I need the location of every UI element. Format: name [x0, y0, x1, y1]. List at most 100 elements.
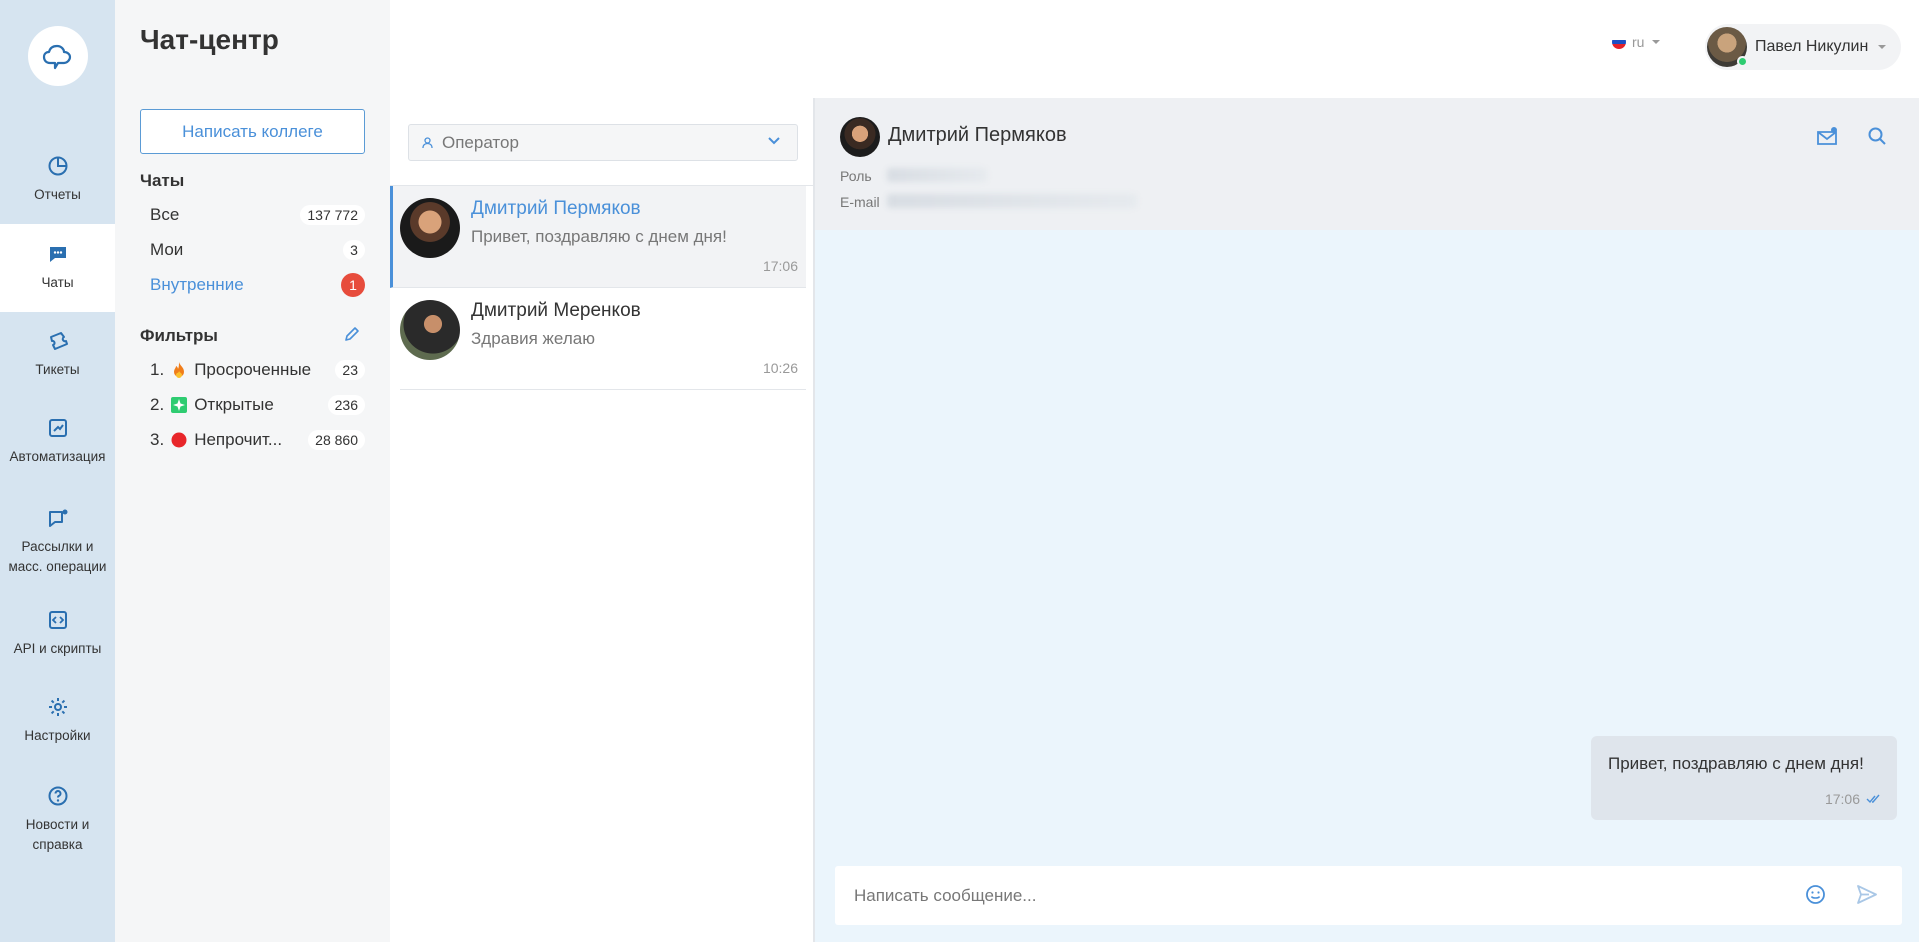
chat-preview: Привет, поздравляю с днем дня!	[471, 227, 727, 246]
chat-list-item[interactable]: Дмитрий Пермяков Привет, поздравляю с дн…	[390, 186, 806, 288]
filter-unread-label-group: 3. Непрочит...	[150, 430, 282, 450]
top-header	[390, 0, 1919, 98]
trend-chart-icon	[48, 419, 67, 437]
search-icon[interactable]	[1867, 126, 1887, 146]
chat-filter-mine-count: 3	[343, 240, 365, 260]
language-selector[interactable]: ru	[1612, 34, 1662, 50]
filter-open[interactable]: 2. Открытые 236	[150, 391, 365, 419]
operator-select-placeholder: Оператор	[442, 132, 519, 152]
nav-reports[interactable]: Отчеты	[0, 136, 115, 224]
chat-filter-all-count: 137 772	[300, 205, 365, 225]
nav-automation-label: Автоматизация	[9, 449, 106, 464]
contact-name: Дмитрий Пермяков	[888, 124, 1067, 146]
write-colleague-button[interactable]: Написать коллеге	[140, 109, 365, 154]
chat-contact-name: Дмитрий Меренков	[471, 300, 641, 321]
filter-overdue-label-group: 1. Просроченные	[150, 360, 311, 380]
emoji-icon[interactable]	[1805, 884, 1826, 905]
nav-tickets[interactable]: Тикеты	[0, 311, 115, 399]
message-bubble-outgoing: Привет, поздравляю с днем дня! 17:06	[1591, 736, 1897, 820]
user-avatar	[1707, 27, 1748, 67]
chat-filter-mine-label: Мои	[150, 240, 184, 259]
operator-select[interactable]: Оператор	[408, 124, 798, 161]
logo-cloud-icon[interactable]	[28, 26, 88, 86]
fire-icon	[174, 362, 185, 378]
nav-news-label: Новости и справка	[26, 815, 90, 855]
chat-filter-mine[interactable]: Мои 3	[150, 236, 365, 264]
contact-avatar	[840, 117, 880, 157]
online-status-dot	[1737, 56, 1748, 67]
main-nav-rail: Отчеты Чаты Тикеты Автоматизация Рассылк…	[0, 0, 115, 942]
nav-automation[interactable]: Автоматизация	[0, 398, 115, 486]
ticket-icon	[49, 332, 68, 350]
nav-broadcasts[interactable]: Рассылки и масс. операции	[0, 492, 115, 592]
email-value-redacted	[887, 194, 1137, 208]
filter-open-count: 236	[327, 395, 365, 415]
nav-broadcasts-label-line1: Рассылки и	[21, 539, 94, 554]
chat-contact-name: Дмитрий Пермяков	[471, 198, 641, 219]
role-label: Роль	[840, 168, 872, 184]
nav-reports-label: Отчеты	[34, 187, 81, 202]
filter-unread-count: 28 860	[308, 430, 365, 450]
pie-chart-icon	[48, 156, 67, 176]
sparkle-icon	[171, 397, 188, 413]
chat-filter-internal-badge: 1	[341, 273, 365, 297]
double-check-icon	[1866, 794, 1880, 804]
filter-unread[interactable]: 3. Непрочит... 28 860	[150, 426, 365, 454]
chat-time: 10:26	[762, 360, 798, 376]
chat-time: 17:06	[762, 258, 798, 274]
nav-news-label-line2: справка	[32, 837, 83, 852]
nav-settings[interactable]: Настройки	[0, 677, 115, 765]
nav-api-label: API и скрипты	[13, 641, 102, 656]
filter-open-label-group: 2. Открытые	[150, 395, 274, 415]
contact-avatar	[400, 300, 460, 360]
help-icon	[48, 786, 67, 806]
filter-overdue[interactable]: 1. Просроченные 23	[150, 356, 365, 384]
send-icon[interactable]	[1856, 884, 1878, 905]
chat-filter-all-label: Все	[150, 205, 180, 224]
chat-filter-internal-label: Внутренние	[150, 275, 244, 294]
role-value-redacted	[887, 168, 987, 182]
russia-flag-icon	[1612, 35, 1626, 49]
filters-heading: Фильтры	[140, 326, 218, 345]
chat-list-panel: Оператор Дмитрий Пермяков Привет, поздра…	[390, 98, 814, 942]
chat-filter-all[interactable]: Все 137 772	[150, 201, 365, 229]
chat-bubble-icon	[49, 247, 66, 262]
app-root: Отчеты Чаты Тикеты Автоматизация Рассылк…	[0, 0, 1919, 942]
chats-heading: Чаты	[140, 171, 185, 190]
nav-broadcasts-label-line2: масс. операции	[8, 559, 107, 574]
user-menu[interactable]: Павел Никулин	[1705, 24, 1901, 70]
conversation-header: Дмитрий Пермяков Роль E-mail	[815, 98, 1919, 230]
nav-chats[interactable]: Чаты	[0, 224, 115, 312]
contact-avatar	[400, 198, 460, 258]
user-name: Павел Никулин	[1755, 38, 1869, 55]
mail-icon[interactable]	[1816, 126, 1838, 146]
filter-overdue-num: 1.	[150, 360, 165, 379]
filter-open-label: Открытые	[194, 395, 274, 414]
nav-news-help[interactable]: Новости и справка	[0, 770, 115, 870]
nav-api-scripts[interactable]: API и скрипты	[0, 590, 115, 678]
language-code: ru	[1632, 34, 1645, 50]
broadcast-icon	[48, 509, 67, 527]
nav-tickets-label: Тикеты	[35, 362, 80, 377]
chat-list-item[interactable]: Дмитрий Меренков Здравия желаю 10:26	[400, 288, 806, 390]
chevron-down-icon	[768, 137, 780, 145]
chat-filter-internal[interactable]: Внутренние 1	[150, 271, 365, 299]
filter-unread-label: Непрочит...	[194, 430, 283, 449]
caret-down-icon	[1878, 45, 1887, 49]
nav-settings-label: Настройки	[24, 728, 91, 743]
filter-unread-num: 3.	[150, 430, 165, 449]
filter-overdue-count: 23	[335, 360, 365, 380]
red-dot-icon	[171, 432, 187, 448]
nav-news-label-line1: Новости и	[25, 817, 90, 832]
nav-broadcasts-label: Рассылки и масс. операции	[9, 537, 107, 577]
conversation-panel: Дмитрий Пермяков Роль E-mail Привет, поз…	[815, 98, 1919, 942]
filter-overdue-label: Просроченные	[194, 360, 312, 379]
page-title: Чат-центр	[140, 24, 279, 55]
email-label: E-mail	[840, 194, 880, 210]
chat-preview: Здравия желаю	[471, 329, 595, 348]
message-meta: 17:06	[1825, 791, 1880, 807]
message-input[interactable]	[835, 866, 1795, 925]
pencil-edit-icon[interactable]	[343, 326, 360, 343]
chat-center-sidebar: Чат-центр Написать коллеге Чаты Все 137 …	[115, 0, 390, 942]
person-icon	[422, 136, 433, 148]
